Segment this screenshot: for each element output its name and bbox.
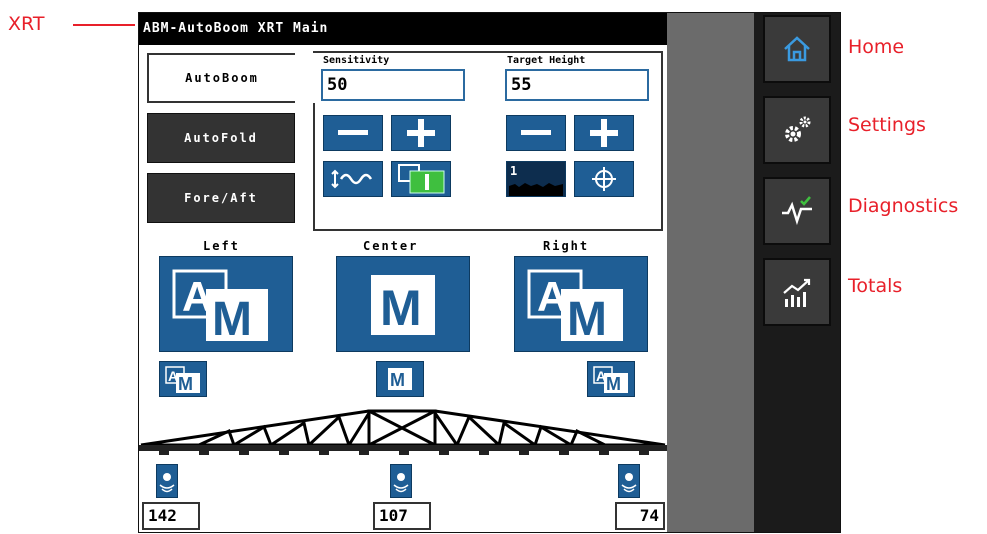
- set-height-button[interactable]: [574, 161, 634, 197]
- right-mode-button[interactable]: A M: [514, 256, 648, 352]
- target-height-field[interactable]: 55: [505, 69, 649, 101]
- xrt-callout: XRT: [8, 13, 45, 35]
- enable-toggle-icon: [398, 164, 445, 194]
- minus-icon: [521, 130, 551, 135]
- diagnostics-icon: [782, 196, 812, 226]
- center-section-label: Center: [363, 239, 419, 253]
- terrain-wave-icon: [331, 169, 373, 189]
- home-button[interactable]: [763, 15, 831, 83]
- settings-callout: Settings: [848, 114, 926, 136]
- diagnostics-button[interactable]: [763, 177, 831, 245]
- crosshair-icon: [592, 167, 616, 191]
- center-mode-indicator[interactable]: M: [376, 361, 424, 397]
- auto-manual-icon: A M: [527, 269, 623, 346]
- svg-text:M: M: [380, 280, 422, 336]
- auto-manual-icon: A M: [593, 366, 628, 394]
- ground-profile-button[interactable]: 1: [506, 161, 566, 197]
- autoboom-enable-toggle[interactable]: [391, 161, 451, 197]
- tab-autoboom[interactable]: AutoBoom: [147, 53, 295, 103]
- right-mode-indicator[interactable]: A M: [587, 361, 635, 397]
- sensitivity-field[interactable]: 50: [321, 69, 465, 101]
- svg-text:1: 1: [510, 164, 517, 178]
- home-callout: Home: [848, 36, 905, 58]
- manual-icon: M: [371, 275, 435, 336]
- totals-button[interactable]: [763, 258, 831, 326]
- navigation-panel: [754, 13, 840, 532]
- left-mode-indicator[interactable]: A M: [159, 361, 207, 397]
- plus-icon: [407, 119, 435, 147]
- plus-icon: [590, 119, 618, 147]
- sensitivity-increase-button[interactable]: [391, 115, 451, 151]
- target-height-decrease-button[interactable]: [506, 115, 566, 151]
- auto-manual-icon: A M: [172, 269, 268, 346]
- diagnostics-callout: Diagnostics: [848, 195, 959, 217]
- totals-chart-icon: [783, 278, 811, 307]
- panel-divider: [313, 103, 315, 231]
- auto-manual-icon: A M: [165, 366, 200, 394]
- totals-callout: Totals: [848, 275, 903, 297]
- sensitivity-decrease-button[interactable]: [323, 115, 383, 151]
- left-height-readout: 142: [142, 502, 200, 530]
- main-content: AutoBoom AutoFold Fore/Aft Sensitivity 5…: [139, 45, 667, 532]
- svg-text:M: M: [178, 374, 193, 394]
- sprayer-boom-graphic: [139, 409, 667, 455]
- left-height-sensor: [156, 464, 178, 498]
- ground-profile-icon: 1: [509, 164, 563, 196]
- left-mode-button[interactable]: A M: [159, 256, 293, 352]
- svg-text:M: M: [390, 370, 405, 390]
- tab-fore-aft[interactable]: Fore/Aft: [147, 173, 295, 223]
- center-height-sensor: [390, 464, 412, 498]
- center-height-readout: 107: [373, 502, 431, 530]
- right-height-readout: 74: [615, 502, 665, 530]
- terrain-response-button[interactable]: [323, 161, 383, 197]
- target-height-increase-button[interactable]: [574, 115, 634, 151]
- display-screen: ABM-AutoBoom XRT Main AutoBoom AutoFold …: [138, 12, 841, 533]
- target-height-label: Target Height: [507, 55, 586, 66]
- settings-button[interactable]: [763, 96, 831, 164]
- svg-text:M: M: [212, 293, 252, 346]
- manual-icon: M: [388, 368, 412, 390]
- tab-autofold[interactable]: AutoFold: [147, 113, 295, 163]
- sensor-icon: [393, 473, 409, 493]
- home-icon: [784, 36, 810, 62]
- sensitivity-label: Sensitivity: [323, 55, 390, 66]
- window-title: ABM-AutoBoom XRT Main: [139, 13, 667, 45]
- sensor-icon: [621, 473, 637, 493]
- right-height-sensor: [618, 464, 640, 498]
- center-mode-button[interactable]: M: [336, 256, 470, 352]
- left-section-label: Left: [203, 239, 240, 253]
- minus-icon: [338, 130, 368, 135]
- svg-text:M: M: [606, 374, 621, 394]
- settings-gears-icon: [785, 116, 811, 142]
- sensor-icon: [159, 473, 175, 493]
- right-section-label: Right: [543, 239, 590, 253]
- xrt-callout-line: [73, 24, 135, 26]
- svg-text:M: M: [567, 293, 607, 346]
